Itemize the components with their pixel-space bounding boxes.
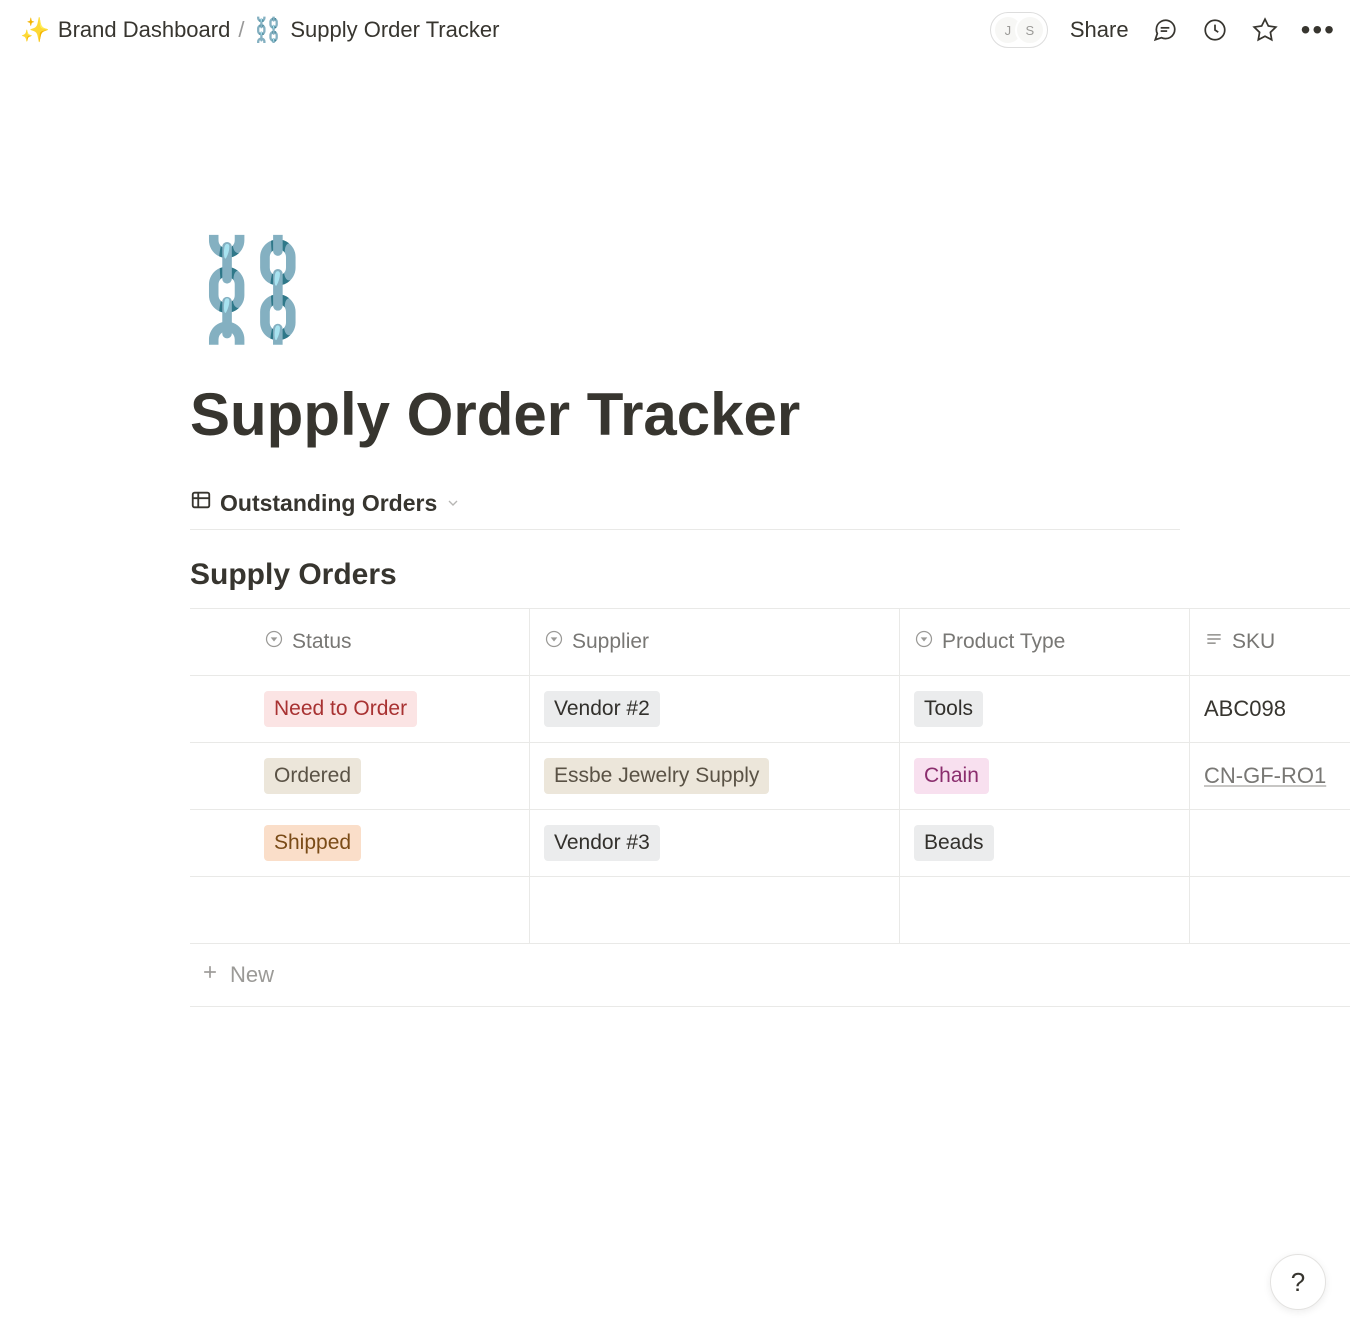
page-body: ⛓️ Supply Order Tracker Outstanding Orde…	[0, 60, 1200, 1007]
cell-product-type[interactable]: Beads	[900, 810, 1190, 876]
view-tab-active[interactable]: Outstanding Orders	[190, 489, 461, 517]
topbar-right: J S Share •••	[990, 12, 1336, 48]
database-table: Status Supplier Product Type SKU	[190, 608, 1350, 944]
table-row-empty[interactable]	[190, 877, 1350, 944]
cell-sku[interactable]: CN-GF-RO1	[1190, 743, 1350, 809]
presence-group[interactable]: J S	[990, 12, 1048, 48]
plus-icon	[200, 962, 220, 988]
product-type-tag: Beads	[914, 825, 994, 860]
updates-icon[interactable]	[1201, 16, 1229, 44]
sku-value: ABC098	[1204, 696, 1286, 722]
table-row[interactable]: Need to Order Vendor #2 Tools ABC098	[190, 676, 1350, 743]
cell-sku[interactable]: ABC098	[1190, 676, 1350, 742]
cell-status[interactable]: Shipped	[250, 810, 530, 876]
breadcrumb-parent-icon: ✨	[20, 16, 50, 45]
product-type-tag: Tools	[914, 691, 983, 726]
new-row-label: New	[230, 962, 274, 988]
view-tab-label: Outstanding Orders	[220, 490, 437, 517]
row-handle[interactable]	[190, 743, 250, 809]
topbar: ✨ Brand Dashboard / ⛓️ Supply Order Trac…	[0, 0, 1356, 60]
status-tag: Ordered	[264, 758, 361, 793]
help-button[interactable]: ?	[1270, 1254, 1326, 1310]
table-row[interactable]: Ordered Essbe Jewelry Supply Chain CN-GF-RO…	[190, 743, 1350, 810]
product-type-tag: Chain	[914, 758, 989, 793]
favorite-icon[interactable]	[1251, 16, 1279, 44]
column-header-status[interactable]: Status	[250, 609, 530, 675]
row-handle[interactable]	[190, 676, 250, 742]
new-row-button[interactable]: New	[190, 944, 1350, 1007]
table-row[interactable]: Shipped Vendor #3 Beads	[190, 810, 1350, 877]
sku-value: CN-GF-RO1	[1204, 763, 1326, 789]
column-header-supplier[interactable]: Supplier	[530, 609, 900, 675]
select-property-icon	[264, 629, 284, 655]
cell-supplier[interactable]: Vendor #2	[530, 676, 900, 742]
breadcrumb: ✨ Brand Dashboard / ⛓️ Supply Order Trac…	[20, 16, 982, 45]
supplier-tag: Essbe Jewelry Supply	[544, 758, 769, 793]
page-title[interactable]: Supply Order Tracker	[190, 380, 1200, 449]
cell-status[interactable]: Need to Order	[250, 676, 530, 742]
column-label: Supplier	[572, 630, 649, 654]
supplier-tag: Vendor #3	[544, 825, 660, 860]
column-label: Product Type	[942, 630, 1065, 654]
column-label: Status	[292, 630, 352, 654]
column-header-product-type[interactable]: Product Type	[900, 609, 1190, 675]
cell-supplier[interactable]: Vendor #3	[530, 810, 900, 876]
row-handle[interactable]	[190, 810, 250, 876]
status-tag: Shipped	[264, 825, 361, 860]
table-header: Status Supplier Product Type SKU	[190, 609, 1350, 676]
cell-supplier[interactable]: Essbe Jewelry Supply	[530, 743, 900, 809]
text-property-icon	[1204, 629, 1224, 655]
database-title[interactable]: Supply Orders	[190, 558, 1200, 592]
supplier-tag: Vendor #2	[544, 691, 660, 726]
select-property-icon	[914, 629, 934, 655]
more-icon[interactable]: •••	[1301, 16, 1336, 44]
cell-sku[interactable]	[1190, 810, 1350, 876]
cell-product-type[interactable]: Tools	[900, 676, 1190, 742]
column-header-sku[interactable]: SKU	[1190, 609, 1350, 675]
breadcrumb-page[interactable]: Supply Order Tracker	[290, 17, 499, 43]
status-tag: Need to Order	[264, 691, 417, 726]
column-label: SKU	[1232, 630, 1275, 654]
cell-product-type[interactable]: Chain	[900, 743, 1190, 809]
breadcrumb-parent[interactable]: Brand Dashboard	[58, 17, 230, 43]
breadcrumb-page-icon: ⛓️	[252, 16, 282, 45]
select-property-icon	[544, 629, 564, 655]
row-handle-column	[190, 609, 250, 675]
cell-status[interactable]: Ordered	[250, 743, 530, 809]
avatar[interactable]: S	[1015, 15, 1045, 45]
share-button[interactable]: Share	[1070, 17, 1129, 43]
comments-icon[interactable]	[1151, 16, 1179, 44]
table-view-icon	[190, 489, 212, 517]
chevron-down-icon[interactable]	[445, 490, 461, 517]
view-tabs: Outstanding Orders	[190, 489, 1180, 530]
page-icon[interactable]: ⛓️	[190, 240, 1200, 340]
breadcrumb-separator: /	[238, 17, 244, 43]
